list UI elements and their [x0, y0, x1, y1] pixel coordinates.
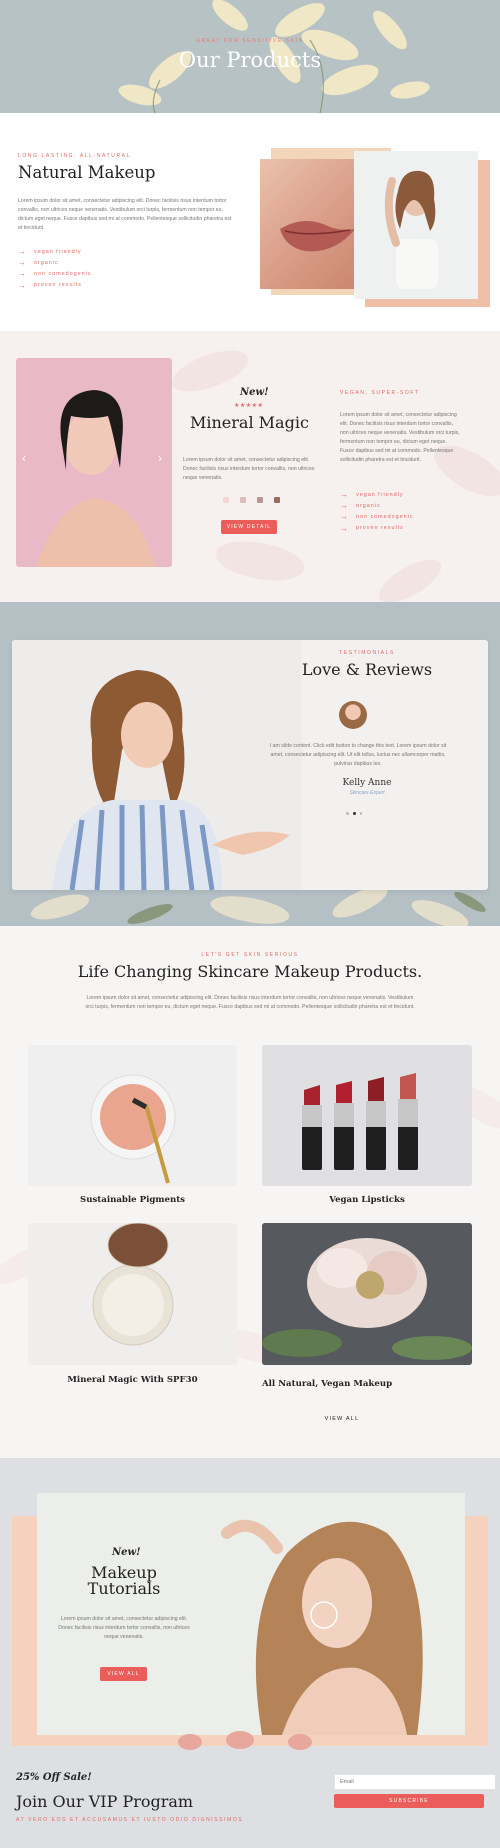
avatar: [339, 701, 367, 729]
swatch[interactable]: [240, 497, 246, 503]
lipsticks-illustration: [262, 1045, 472, 1186]
products-kicker: LET'S GET SKIN SERIOUS: [201, 952, 299, 958]
product-image-pigments[interactable]: [28, 1045, 237, 1186]
products-body: Lorem ipsum dolor sit amet, consectetur …: [85, 995, 415, 1010]
hero-section: GREAT FOR SENSITIVE SKIN Our Products: [0, 0, 500, 113]
woman-hair-image: [37, 1493, 465, 1735]
product-image-peony[interactable]: [262, 1223, 472, 1365]
model-portrait-image: [16, 358, 172, 567]
sale-badge: 25% Off Sale!: [16, 1772, 92, 1783]
list-item: → non comedogenic: [18, 269, 92, 279]
lips-illustration: [280, 220, 355, 252]
reviews-title: Love & Reviews: [301, 660, 433, 679]
list-item: → proven results: [18, 280, 82, 290]
reviewer-name: Kelly Anne: [342, 778, 392, 788]
arrow-right-icon: →: [18, 247, 27, 256]
vip-section: 25% Off Sale! Join Our VIP Program AT VE…: [0, 1752, 500, 1848]
carousel-dot[interactable]: [359, 812, 362, 815]
page-title: Our Products: [178, 48, 322, 72]
carousel-prev-arrow[interactable]: ‹: [22, 451, 26, 465]
woman-portrait-image: [354, 151, 478, 299]
natural-body: Lorem ipsum dolor sit amet, consectetur …: [18, 198, 232, 231]
carousel-dots: [346, 812, 362, 815]
arrow-right-icon: →: [18, 258, 27, 268]
vip-title: Join Our VIP Program: [16, 1792, 194, 1811]
arrow-right-icon: →: [18, 269, 27, 279]
carousel-dot-active[interactable]: [352, 812, 356, 815]
woman-illustration: [384, 170, 438, 289]
review-quote: I am slide content. Click edit button to…: [269, 743, 447, 767]
tutorial-title-line2: Tutorials: [87, 1579, 161, 1598]
mineral-title: Mineral Magic: [190, 413, 309, 432]
tutorial-card: New! Makeup Tutorials Lorem ipsum dolor …: [37, 1493, 465, 1735]
arrow-right-icon: →: [340, 523, 349, 533]
products-section: LET'S GET SKIN SERIOUS Life Changing Ski…: [0, 926, 500, 1458]
bottom-flowers-image: [178, 1731, 312, 1750]
subscribe-button[interactable]: SUBSCRIBE: [334, 1794, 484, 1808]
list-item: → vegan friendly: [340, 490, 404, 499]
product-image-compact[interactable]: [28, 1223, 237, 1365]
product-image-lipsticks[interactable]: [262, 1045, 472, 1186]
products-title: Life Changing Skincare Makeup Products.: [77, 962, 423, 981]
powder-jar-illustration: [90, 1074, 176, 1184]
testimonial-card: TESTIMONIALS Love & Reviews I am slide c…: [12, 640, 488, 890]
list-item: → proven results: [340, 523, 404, 533]
view-detail-button[interactable]: VIEW DETAIL: [221, 520, 277, 534]
list-item: → non comedogenic: [340, 512, 414, 522]
swatch[interactable]: [223, 497, 229, 503]
tutorial-body: Lorem ipsum dolor sit amet, consectetur …: [58, 1616, 190, 1640]
list-item: → organic: [340, 501, 381, 511]
model-illustration: [36, 390, 156, 567]
swatch[interactable]: [274, 497, 280, 503]
email-field[interactable]: [334, 1774, 496, 1790]
product-name[interactable]: All Natural, Vegan Makeup: [262, 1379, 472, 1389]
list-item: → vegan friendly: [18, 247, 82, 256]
tutorials-section: New! Makeup Tutorials Lorem ipsum dolor …: [0, 1458, 500, 1752]
tutorial-view-all-button[interactable]: VIEW ALL: [100, 1667, 147, 1681]
blush-backdrop-right: [465, 1516, 488, 1746]
swatch[interactable]: [257, 497, 263, 503]
compact-mirror-illustration: [92, 1223, 174, 1346]
mineral-section: ‹ › New! ★★★★★ Mineral Magic Lorem ipsum…: [0, 331, 500, 602]
arrow-right-icon: →: [340, 490, 349, 499]
reviews-kicker: TESTIMONIALS: [339, 650, 395, 656]
tutorial-new-badge: New!: [112, 1547, 141, 1558]
vegan-feature-list: → vegan friendly → organic → non comedogeni…: [340, 491, 414, 536]
mineral-body: Lorem ipsum dolor sit amet, consectetur …: [183, 457, 315, 481]
product-name[interactable]: Sustainable Pigments: [28, 1195, 237, 1205]
hero-kicker: GREAT FOR SENSITIVE SKIN: [196, 38, 304, 44]
list-item: → organic: [18, 258, 59, 268]
carousel-dot[interactable]: [346, 812, 349, 815]
vegan-kicker: VEGAN, SUPER-SOFT: [340, 390, 420, 396]
natural-makeup-section: LONG LASTING, ALL-NATURAL Natural Makeup…: [0, 113, 500, 331]
product-name[interactable]: Mineral Magic With SPF30: [28, 1375, 237, 1385]
product-name[interactable]: Vegan Lipsticks: [262, 1195, 472, 1205]
arrow-right-icon: →: [340, 501, 349, 511]
view-all-link[interactable]: VIEW ALL: [262, 1416, 422, 1422]
lips-closeup-image: [260, 159, 360, 289]
arrow-right-icon: →: [340, 512, 349, 522]
arrow-right-icon: →: [18, 280, 27, 290]
reviews-section: TESTIMONIALS Love & Reviews I am slide c…: [0, 602, 500, 926]
reviewer-role: Skincare Expert: [349, 790, 385, 796]
new-badge: New!: [240, 387, 269, 398]
natural-title: Natural Makeup: [18, 163, 156, 182]
vip-kicker: AT VERO EOS ET ACCUSAMUS ET IUSTO ODIO D…: [16, 1817, 244, 1823]
natural-feature-list: → vegan friendly → organic → non comedogeni…: [18, 248, 92, 293]
carousel-next-arrow[interactable]: ›: [158, 451, 162, 465]
vegan-body: Lorem ipsum dolor sit amet, consectetur …: [340, 412, 460, 463]
rating-stars: ★★★★★: [234, 403, 264, 409]
natural-kicker: LONG LASTING, ALL-NATURAL: [18, 153, 131, 159]
peony-flower-illustration: [262, 1223, 472, 1365]
color-swatches: [223, 497, 280, 503]
